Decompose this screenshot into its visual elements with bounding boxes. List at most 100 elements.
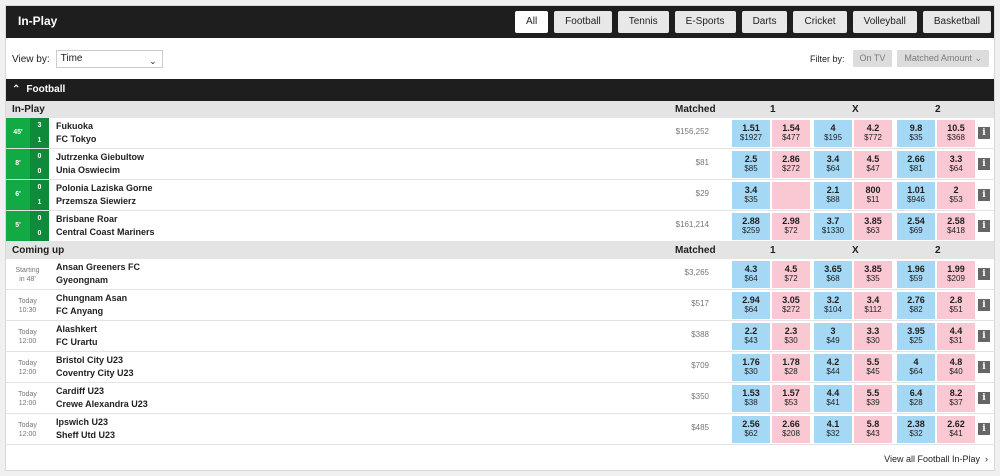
event-row[interactable]: Today 12:00 Bristol City U23 Coventry City …	[6, 352, 994, 383]
home-team-name[interactable]: Jutrzenka Giebultow	[56, 151, 144, 164]
lay-odds-button[interactable]: 800 $11	[854, 182, 892, 209]
back-odds-button[interactable]: 2.38 $32	[897, 416, 935, 443]
tab-all[interactable]: All	[515, 11, 549, 33]
info-icon[interactable]: i	[978, 220, 990, 232]
away-team-name[interactable]: Central Coast Mariners	[56, 226, 155, 239]
event-row[interactable]: Today 10:30 Chungnam Asan FC Anyang $517 2.94…	[6, 290, 994, 321]
back-odds-button[interactable]: 3.95 $25	[897, 323, 935, 350]
info-icon[interactable]: i	[978, 361, 990, 373]
view-all-link[interactable]: View all Football In-Play ›	[884, 454, 988, 464]
back-odds-button[interactable]: 4.3 $64	[732, 261, 770, 288]
info-icon[interactable]: i	[978, 299, 990, 311]
back-odds-button[interactable]: 2.76 $82	[897, 292, 935, 319]
home-team-name[interactable]: Cardiff U23	[56, 385, 148, 398]
event-row[interactable]: Today 12:00 Ipswich U23 Sheff Utd U23 $485 2.…	[6, 414, 994, 445]
back-odds-button[interactable]: 2.56 $62	[732, 416, 770, 443]
home-team-name[interactable]: Polonia Laziska Gorne	[56, 182, 153, 195]
team-names[interactable]: Chungnam Asan FC Anyang	[56, 292, 127, 318]
lay-odds-button[interactable]: 3.3 $64	[937, 151, 975, 178]
lay-odds-button[interactable]: 1.54 $477	[772, 120, 810, 147]
lay-odds-button[interactable]: 2.3 $30	[772, 323, 810, 350]
back-odds-button[interactable]: 1.51 $1927	[732, 120, 770, 147]
team-names[interactable]: Fukuoka FC Tokyo	[56, 120, 96, 146]
team-names[interactable]: Ipswich U23 Sheff Utd U23	[56, 416, 115, 442]
tab-tennis[interactable]: Tennis	[617, 11, 669, 33]
back-odds-button[interactable]: 2.54 $69	[897, 213, 935, 240]
away-team-name[interactable]: FC Tokyo	[56, 133, 96, 146]
event-row[interactable]: 6' 0 1 Polonia Laziska Gorne Przemsza Siewie…	[6, 180, 994, 211]
lay-odds-button[interactable]: 1.57 $53	[772, 385, 810, 412]
back-odds-button[interactable]: 3.4 $35	[732, 182, 770, 209]
home-team-name[interactable]: Alashkert	[56, 323, 98, 336]
event-row[interactable]: 45' 3 1 Fukuoka FC Tokyo $156,252 1.51 $1927 1.5…	[6, 118, 994, 149]
lay-odds-button[interactable]: 3.4 $112	[854, 292, 892, 319]
event-row[interactable]: Today 12:00 Cardiff U23 Crewe Alexandra U23…	[6, 383, 994, 414]
away-team-name[interactable]: FC Urartu	[56, 336, 98, 349]
team-names[interactable]: Jutrzenka Giebultow Unia Oswiecim	[56, 151, 144, 177]
back-odds-button[interactable]: 4.4 $41	[814, 385, 852, 412]
back-odds-button[interactable]: 6.4 $28	[897, 385, 935, 412]
back-odds-button[interactable]: 4.2 $44	[814, 354, 852, 381]
lay-odds-button[interactable]: 4.5 $47	[854, 151, 892, 178]
back-odds-button[interactable]: 2.88 $259	[732, 213, 770, 240]
tab-volleyball[interactable]: Volleyball	[852, 11, 917, 33]
back-odds-button[interactable]: 1.53 $38	[732, 385, 770, 412]
away-team-name[interactable]: FC Anyang	[56, 305, 127, 318]
home-team-name[interactable]: Bristol City U23	[56, 354, 134, 367]
team-names[interactable]: Ansan Greeners FC Gyeongnam	[56, 261, 140, 287]
lay-odds-button[interactable]: 2.66 $208	[772, 416, 810, 443]
away-team-name[interactable]: Coventry City U23	[56, 367, 134, 380]
home-team-name[interactable]: Ipswich U23	[56, 416, 115, 429]
lay-odds-button[interactable]: 2.86 $272	[772, 151, 810, 178]
back-odds-button[interactable]: 4.1 $32	[814, 416, 852, 443]
away-team-name[interactable]: Sheff Utd U23	[56, 429, 115, 442]
info-icon[interactable]: i	[978, 127, 990, 139]
team-names[interactable]: Polonia Laziska Gorne Przemsza Siewierz	[56, 182, 153, 208]
lay-odds-button[interactable]: 2.62 $41	[937, 416, 975, 443]
view-by-select[interactable]: Time ⌄	[55, 50, 163, 68]
back-odds-button[interactable]: 1.96 $59	[897, 261, 935, 288]
event-row[interactable]: 5' 0 0 Brisbane Roar Central Coast Mariners $…	[6, 211, 994, 242]
tab-cricket[interactable]: Cricket	[793, 11, 847, 33]
back-odds-button[interactable]: 3.2 $104	[814, 292, 852, 319]
home-team-name[interactable]: Fukuoka	[56, 120, 96, 133]
back-odds-button[interactable]: 2.94 $64	[732, 292, 770, 319]
lay-odds-button[interactable]: 4.2 $772	[854, 120, 892, 147]
away-team-name[interactable]: Przemsza Siewierz	[56, 195, 153, 208]
away-team-name[interactable]: Crewe Alexandra U23	[56, 398, 148, 411]
info-icon[interactable]: i	[978, 392, 990, 404]
back-odds-button[interactable]: 3 $49	[814, 323, 852, 350]
back-odds-button[interactable]: 4 $64	[897, 354, 935, 381]
event-row[interactable]: Today 12:00 Alashkert FC Urartu $388 2.2 $43 2.…	[6, 321, 994, 352]
tab-basketball[interactable]: Basketball	[922, 11, 991, 33]
back-odds-button[interactable]: 2.2 $43	[732, 323, 770, 350]
home-team-name[interactable]: Brisbane Roar	[56, 213, 155, 226]
back-odds-button[interactable]: 4 $195	[814, 120, 852, 147]
lay-odds-button[interactable]	[772, 182, 810, 209]
back-odds-button[interactable]: 2.66 $81	[897, 151, 935, 178]
sport-header[interactable]: ⌃ Football	[6, 79, 994, 101]
lay-odds-button[interactable]: 3.3 $30	[854, 323, 892, 350]
lay-odds-button[interactable]: 5.5 $45	[854, 354, 892, 381]
lay-odds-button[interactable]: 3.85 $63	[854, 213, 892, 240]
lay-odds-button[interactable]: 5.8 $43	[854, 416, 892, 443]
matched-amount-button[interactable]: Matched Amount ⌄	[897, 50, 989, 67]
back-odds-button[interactable]: 1.01 $946	[897, 182, 935, 209]
lay-odds-button[interactable]: 4.4 $31	[937, 323, 975, 350]
back-odds-button[interactable]: 3.65 $68	[814, 261, 852, 288]
lay-odds-button[interactable]: 8.2 $37	[937, 385, 975, 412]
lay-odds-button[interactable]: 2 $53	[937, 182, 975, 209]
home-team-name[interactable]: Ansan Greeners FC	[56, 261, 140, 274]
away-team-name[interactable]: Unia Oswiecim	[56, 164, 144, 177]
lay-odds-button[interactable]: 5.5 $39	[854, 385, 892, 412]
back-odds-button[interactable]: 2.1 $88	[814, 182, 852, 209]
lay-odds-button[interactable]: 1.78 $28	[772, 354, 810, 381]
back-odds-button[interactable]: 3.4 $64	[814, 151, 852, 178]
on-tv-button[interactable]: On TV	[852, 50, 893, 67]
team-names[interactable]: Alashkert FC Urartu	[56, 323, 98, 349]
event-row[interactable]: 8' 0 0 Jutrzenka Giebultow Unia Oswiecim $81 2…	[6, 149, 994, 180]
info-icon[interactable]: i	[978, 189, 990, 201]
lay-odds-button[interactable]: 4.5 $72	[772, 261, 810, 288]
away-team-name[interactable]: Gyeongnam	[56, 274, 140, 287]
info-icon[interactable]: i	[978, 330, 990, 342]
